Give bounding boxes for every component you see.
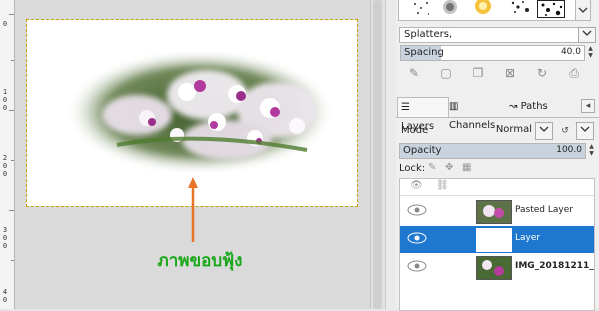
layer-name: Layer: [515, 233, 541, 243]
tab-channels[interactable]: ▥ Channels: [446, 97, 508, 131]
mode-select[interactable]: Normal: [458, 122, 532, 138]
ruler-label: 0: [2, 234, 8, 242]
spacing-slider[interactable]: Spacing 40.0: [400, 45, 585, 61]
dock-tabs: ☰ Layers ▥ Channels ↝ Paths ◂: [396, 95, 599, 132]
layer-row-selected[interactable]: Layer: [400, 226, 594, 253]
edit-brush-icon[interactable]: ✎: [406, 65, 422, 81]
chevron-down-icon: [539, 126, 549, 132]
lock-pixels-icon[interactable]: ✎: [428, 162, 436, 173]
eye-icon[interactable]: [407, 260, 427, 272]
ruler-label: 0: [2, 296, 8, 304]
brush-splatter-icon[interactable]: [509, 0, 529, 18]
layer-name: IMG_20181211_: [515, 261, 594, 271]
tab-paths[interactable]: ↝ Paths: [506, 97, 552, 116]
opacity-slider[interactable]: Opacity 100.0: [399, 143, 586, 159]
ruler-tick: [11, 60, 14, 61]
ruler-tick: [11, 260, 14, 261]
chevron-down-icon: [582, 30, 592, 36]
brush-grid[interactable]: [398, 0, 588, 21]
brush-preset-field[interactable]: Splatters,: [399, 27, 586, 43]
brush-sun-icon[interactable]: [471, 0, 491, 18]
paths-icon: ↝: [509, 101, 518, 112]
tab-paths-label: Paths: [520, 101, 548, 112]
mode-dropdown[interactable]: [535, 122, 553, 140]
spacing-spin-buttons[interactable]: ▲ ▼: [585, 45, 596, 59]
layer-row[interactable]: IMG_20181211_: [400, 254, 594, 281]
layers-list[interactable]: 👁 ⛓ Pasted Layer Layer IMG_20181211_: [399, 178, 595, 311]
layer-row[interactable]: Pasted Layer: [400, 198, 594, 225]
dock-menu-button[interactable]: ◂: [581, 99, 595, 113]
brush-sand-icon[interactable]: [409, 0, 429, 18]
mode-reset-button[interactable]: ↺: [556, 122, 574, 140]
reset-icon: ↺: [561, 126, 569, 136]
brush-grid-dropdown[interactable]: [575, 0, 591, 21]
ruler-label: 2: [2, 154, 8, 162]
scrollbar-thumb[interactable]: [373, 0, 382, 309]
lock-alpha-icon[interactable]: ▦: [462, 162, 471, 173]
ruler-label: 0: [2, 170, 8, 178]
brush-preset-dropdown[interactable]: [578, 27, 596, 43]
layer-thumbnail: [476, 256, 512, 280]
ruler-label: 0: [2, 96, 8, 104]
opacity-spin-buttons[interactable]: ▲ ▼: [586, 143, 597, 157]
mode-options-button[interactable]: [576, 122, 594, 140]
eye-icon[interactable]: [407, 204, 427, 216]
lock-label: Lock:: [399, 163, 426, 174]
mode-label: Mode: [401, 125, 429, 136]
open-brush-as-image-icon[interactable]: ⎙: [566, 65, 582, 81]
delete-brush-icon[interactable]: ⊠: [502, 65, 518, 81]
eye-icon[interactable]: [407, 232, 427, 244]
refresh-brushes-icon[interactable]: ↻: [534, 65, 550, 81]
layers-header: 👁 ⛓: [400, 179, 594, 196]
chain-header-icon: ⛓: [436, 180, 449, 191]
channels-icon: ▥: [449, 101, 459, 112]
new-brush-icon[interactable]: ▢: [438, 65, 454, 81]
ruler-tick: [9, 14, 14, 15]
brush-spray-icon[interactable]: [439, 0, 459, 18]
ruler-label: 0: [2, 104, 8, 112]
vertical-ruler: 0 1 0 0 2 0 0 3 0 0 4 0: [0, 0, 15, 309]
brush-tool-row: ✎ ▢ ❐ ⊠ ↻ ⎙: [400, 65, 590, 81]
mode-value: Normal: [495, 124, 532, 135]
ruler-tick: [11, 160, 14, 161]
ruler-label: 0: [2, 20, 8, 28]
spacing-value: 40.0: [560, 47, 581, 57]
duplicate-brush-icon[interactable]: ❐: [470, 65, 486, 81]
brush-preset-name: Splatters,: [404, 29, 453, 40]
chevron-down-icon: [578, 7, 588, 13]
ruler-tick: [9, 110, 14, 111]
brush-splatter-selected-icon[interactable]: [537, 0, 565, 18]
lock-position-icon[interactable]: ✥: [445, 162, 453, 173]
visibility-header-icon: 👁: [410, 180, 423, 191]
spacing-label: Spacing: [404, 47, 444, 58]
layer-name: Pasted Layer: [515, 205, 573, 215]
chevron-down-icon: [580, 126, 590, 132]
layers-icon: ☰: [401, 102, 410, 113]
annotation-caption: ภาพขอบฟุ้ง: [157, 251, 243, 271]
canvas-vertical-scrollbar[interactable]: [370, 0, 385, 309]
ruler-tick: [9, 210, 14, 211]
ruler-label: 0: [2, 162, 8, 170]
ruler-label: 4: [2, 288, 8, 296]
ruler-label: 3: [2, 226, 8, 234]
layer-thumbnail: [476, 228, 512, 252]
opacity-value: 100.0: [556, 145, 582, 155]
annotation-arrow: [188, 177, 198, 242]
ruler-label: 0: [2, 242, 8, 250]
layer-thumbnail: [476, 200, 512, 224]
ruler-label: 1: [2, 88, 8, 96]
opacity-label: Opacity: [403, 145, 442, 156]
tab-layers[interactable]: ☰ Layers: [397, 97, 449, 132]
tab-menu-icon: ◂: [585, 101, 591, 111]
